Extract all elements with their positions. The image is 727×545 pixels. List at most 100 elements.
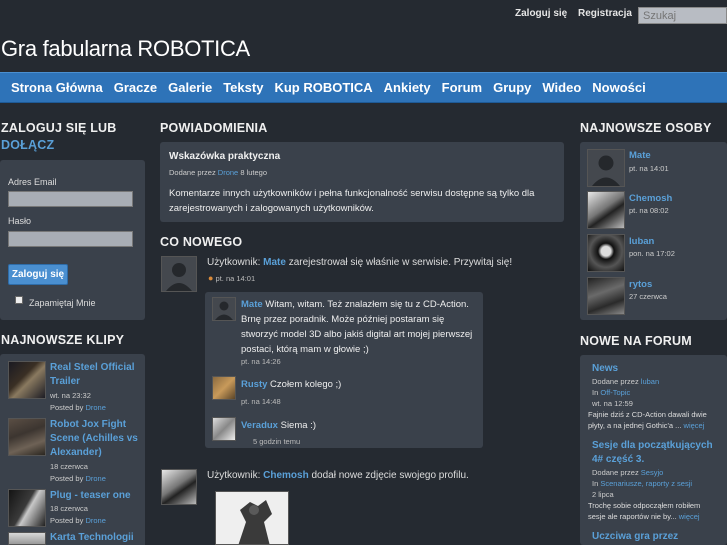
user-name-link[interactable]: luban [629,236,654,247]
remember-label: Zapamiętaj Mnie [29,298,96,308]
user-joined: 27 czerwca [629,292,667,301]
user-name-link[interactable]: rytos [629,279,652,290]
nav-item-galleries[interactable]: Galerie [168,80,212,95]
hint-meta: Dodane przez Drone 8 lutego [169,168,268,177]
password-field[interactable] [8,231,133,247]
nav-item-news[interactable]: Nowości [592,80,645,95]
forum-topic-excerpt: Trochę sobie odpocząłem robiłem sesje al… [588,501,701,521]
search-input[interactable] [638,7,727,24]
clip-thumbnail[interactable] [8,418,46,456]
forum-topic-date: 2 lipca [592,490,614,499]
nav-item-players[interactable]: Gracze [114,80,157,95]
default-avatar-icon [162,257,196,291]
robot-image-icon [216,492,288,544]
users-heading: NAJNOWSZE OSOBY [580,121,712,135]
forum-category-link[interactable]: Scenariusze, raporty z sesji [600,479,692,488]
nav-item-groups[interactable]: Grupy [493,80,531,95]
forum-topic-author: Dodane przez Sesyjo [592,468,664,477]
user-avatar[interactable] [587,277,625,315]
clip-author-link[interactable]: Drone [85,516,105,525]
feed-user-link[interactable]: Chemosh [263,470,309,481]
clip-thumbnail[interactable] [8,489,46,527]
notifications-heading: POWIADOMIENIA [160,121,268,135]
more-link[interactable]: więcej [679,512,700,521]
register-link[interactable]: Registracja [578,8,632,19]
comment-time: pt. na 14:26 [241,357,281,366]
clip-author-link[interactable]: Drone [85,403,105,412]
site-title[interactable]: Gra fabularna ROBOTICA [1,36,250,62]
clip-thumbnail[interactable] [8,532,46,545]
comment-avatar[interactable] [212,376,236,400]
comment-user-link[interactable]: Mate [241,299,263,310]
feed-item-text: Użytkownik: Mate zarejestrował się właśn… [207,257,513,268]
comment-avatar[interactable] [212,417,236,441]
clip-title[interactable]: Karta Technologii [50,531,140,545]
clips-heading: NAJNOWSZE KLIPY [1,333,125,347]
remember-checkbox[interactable] [15,296,23,304]
login-heading: ZALOGUJ SIĘ LUB [1,121,117,135]
hint-body: Komentarze innych użytkowników i pełna f… [169,188,535,214]
user-joined: pt. na 14:01 [629,164,669,173]
user-avatar[interactable] [587,149,625,187]
user-name-link[interactable]: Mate [629,150,651,161]
user-joined: pon. na 17:02 [629,249,675,258]
profile-photo[interactable] [215,491,289,545]
default-avatar-icon [588,150,624,186]
avatar[interactable] [161,256,197,292]
hint-author-link[interactable]: Drone [218,168,238,177]
forum-topic-link[interactable]: News [592,362,722,376]
clip-title[interactable]: Real Steel Official Trailer [50,361,140,389]
default-avatar-icon [213,298,235,320]
comment-time: 5 godzin temu [253,437,301,446]
feed-heading: CO NOWEGO [160,235,243,249]
clip-posted-by: Posted by Drone [50,516,106,525]
forum-author-link[interactable]: Sesyjo [641,468,664,477]
comment-user-link[interactable]: Veradux [241,420,278,431]
forum-heading: NOWE NA FORUM [580,334,692,348]
clip-title[interactable]: Robot Jox Fight Scene (Achilles vs Alexa… [50,418,140,460]
forum-topic-category: In Off-Topic [592,388,631,397]
more-link[interactable]: więcej [684,421,705,430]
user-joined: pt. na 08:02 [629,206,669,215]
forum-category-link[interactable]: Off-Topic [600,388,630,397]
top-links: Zaloguj się Registracja [515,8,640,19]
feed-item-time: pt. na 14:01 [215,274,256,283]
clip-posted-by: Posted by Drone [50,474,106,483]
feed-user-link[interactable]: Mate [263,257,286,268]
join-link[interactable]: DOŁĄCZ [1,138,54,152]
clip-title[interactable]: Plug - teaser one [50,489,140,503]
forum-topic-link[interactable]: Sesje dla początkujących 4# część 3. [592,439,722,467]
clip-posted-by: Posted by Drone [50,403,106,412]
nav-item-texts[interactable]: Teksty [223,80,263,95]
nav-item-home[interactable]: Strona Główna [11,80,103,95]
clip-date: 18 czerwca [50,504,88,513]
comment-user-link[interactable]: Rusty [241,379,267,390]
email-field[interactable] [8,191,133,207]
feed-item-meta: ● pt. na 14:01 [208,273,255,283]
forum-topic-date: wt. na 12:59 [592,399,633,408]
clip-author-link[interactable]: Drone [85,474,105,483]
forum-topic-author: Dodane przez luban [592,377,660,386]
login-button[interactable]: Zaloguj się [8,264,68,285]
nav-item-buy[interactable]: Kup ROBOTICA [274,80,372,95]
nav-item-polls[interactable]: Ankiety [384,80,431,95]
email-label: Adres Email [8,177,57,187]
forum-topic-link[interactable]: Uczciwa gra przez [592,530,722,544]
login-link[interactable]: Zaloguj się [515,8,567,19]
nav-item-forum[interactable]: Forum [442,80,482,95]
forum-author-link[interactable]: luban [641,377,659,386]
clip-date: wt. na 23:32 [50,391,91,400]
user-avatar[interactable] [587,234,625,272]
comment-avatar[interactable] [212,297,236,321]
forum-topic-category: In Scenariusze, raporty z sesji [592,479,693,488]
clip-date: 18 czerwca [50,462,88,471]
user-name-link[interactable]: Chemosh [629,193,672,204]
comment-text: Mate Witam, witam. Też znalazłem się tu … [241,299,473,355]
nav-item-video[interactable]: Wideo [542,80,581,95]
avatar[interactable] [161,469,197,505]
clip-thumbnail[interactable] [8,361,46,399]
comment-time: pt. na 14:48 [241,397,281,406]
feed-item-text: Użytkownik: Chemosh dodał nowe zdjęcie s… [207,470,469,481]
forum-topic-excerpt: Fajnie dziś z CD-Action dawali dwie płyt… [588,410,707,430]
user-avatar[interactable] [587,191,625,229]
